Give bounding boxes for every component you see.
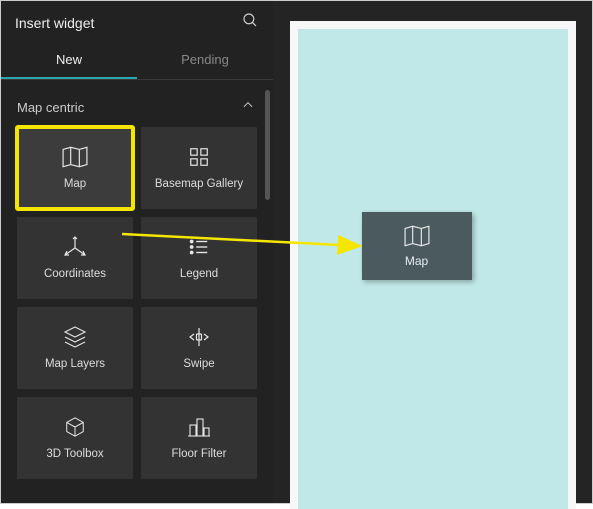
dropped-widget-label: Map <box>401 254 432 269</box>
widget-tile-legend[interactable]: Legend <box>141 217 257 299</box>
swipe-icon <box>187 325 211 349</box>
panel-title: Insert widget <box>15 15 94 31</box>
tab-pending[interactable]: Pending <box>137 42 273 79</box>
widget-label: Map Layers <box>41 357 109 371</box>
search-icon[interactable] <box>241 11 259 34</box>
app-frame: Insert widget New Pending Map centric <box>0 0 593 504</box>
chevron-up-icon <box>241 98 255 117</box>
widget-label: Swipe <box>179 357 218 371</box>
widget-tile-3d-toolbox[interactable]: 3D Toolbox <box>17 397 133 479</box>
map-icon <box>62 145 88 169</box>
widget-label: Coordinates <box>40 267 110 281</box>
canvas-area[interactable]: Map <box>273 1 592 503</box>
grid-icon <box>188 145 210 169</box>
buildings-icon <box>187 415 211 439</box>
widget-label: Floor Filter <box>168 447 231 461</box>
canvas-page[interactable]: Map <box>298 29 568 509</box>
widget-label: 3D Toolbox <box>42 447 107 461</box>
tabs: New Pending <box>1 42 273 80</box>
section-map-centric-header[interactable]: Map centric <box>1 80 273 127</box>
widget-tile-map[interactable]: Map <box>17 127 133 209</box>
widget-scroll-area: Map centric Map Basemap Gallery <box>1 80 273 503</box>
layers-icon <box>63 325 87 349</box>
widget-label: Basemap Gallery <box>151 177 247 191</box>
section-title: Map centric <box>17 100 84 115</box>
widget-label: Legend <box>176 267 222 281</box>
widget-tile-floor-filter[interactable]: Floor Filter <box>141 397 257 479</box>
tab-new[interactable]: New <box>1 42 137 79</box>
widget-tile-basemap-gallery[interactable]: Basemap Gallery <box>141 127 257 209</box>
axes-icon <box>63 235 87 259</box>
widget-label: Map <box>60 177 90 191</box>
insert-widget-panel: Insert widget New Pending Map centric <box>1 1 273 503</box>
scrollbar-thumb[interactable] <box>265 90 270 200</box>
widget-tile-map-layers[interactable]: Map Layers <box>17 307 133 389</box>
widget-grid: Map Basemap Gallery Coordinates <box>1 127 273 495</box>
panel-header: Insert widget <box>1 1 273 42</box>
dropped-widget-map[interactable]: Map <box>362 212 472 280</box>
widget-tile-coordinates[interactable]: Coordinates <box>17 217 133 299</box>
cube-icon <box>64 415 86 439</box>
widget-tile-swipe[interactable]: Swipe <box>141 307 257 389</box>
list-icon <box>188 235 210 259</box>
map-icon <box>404 224 430 248</box>
